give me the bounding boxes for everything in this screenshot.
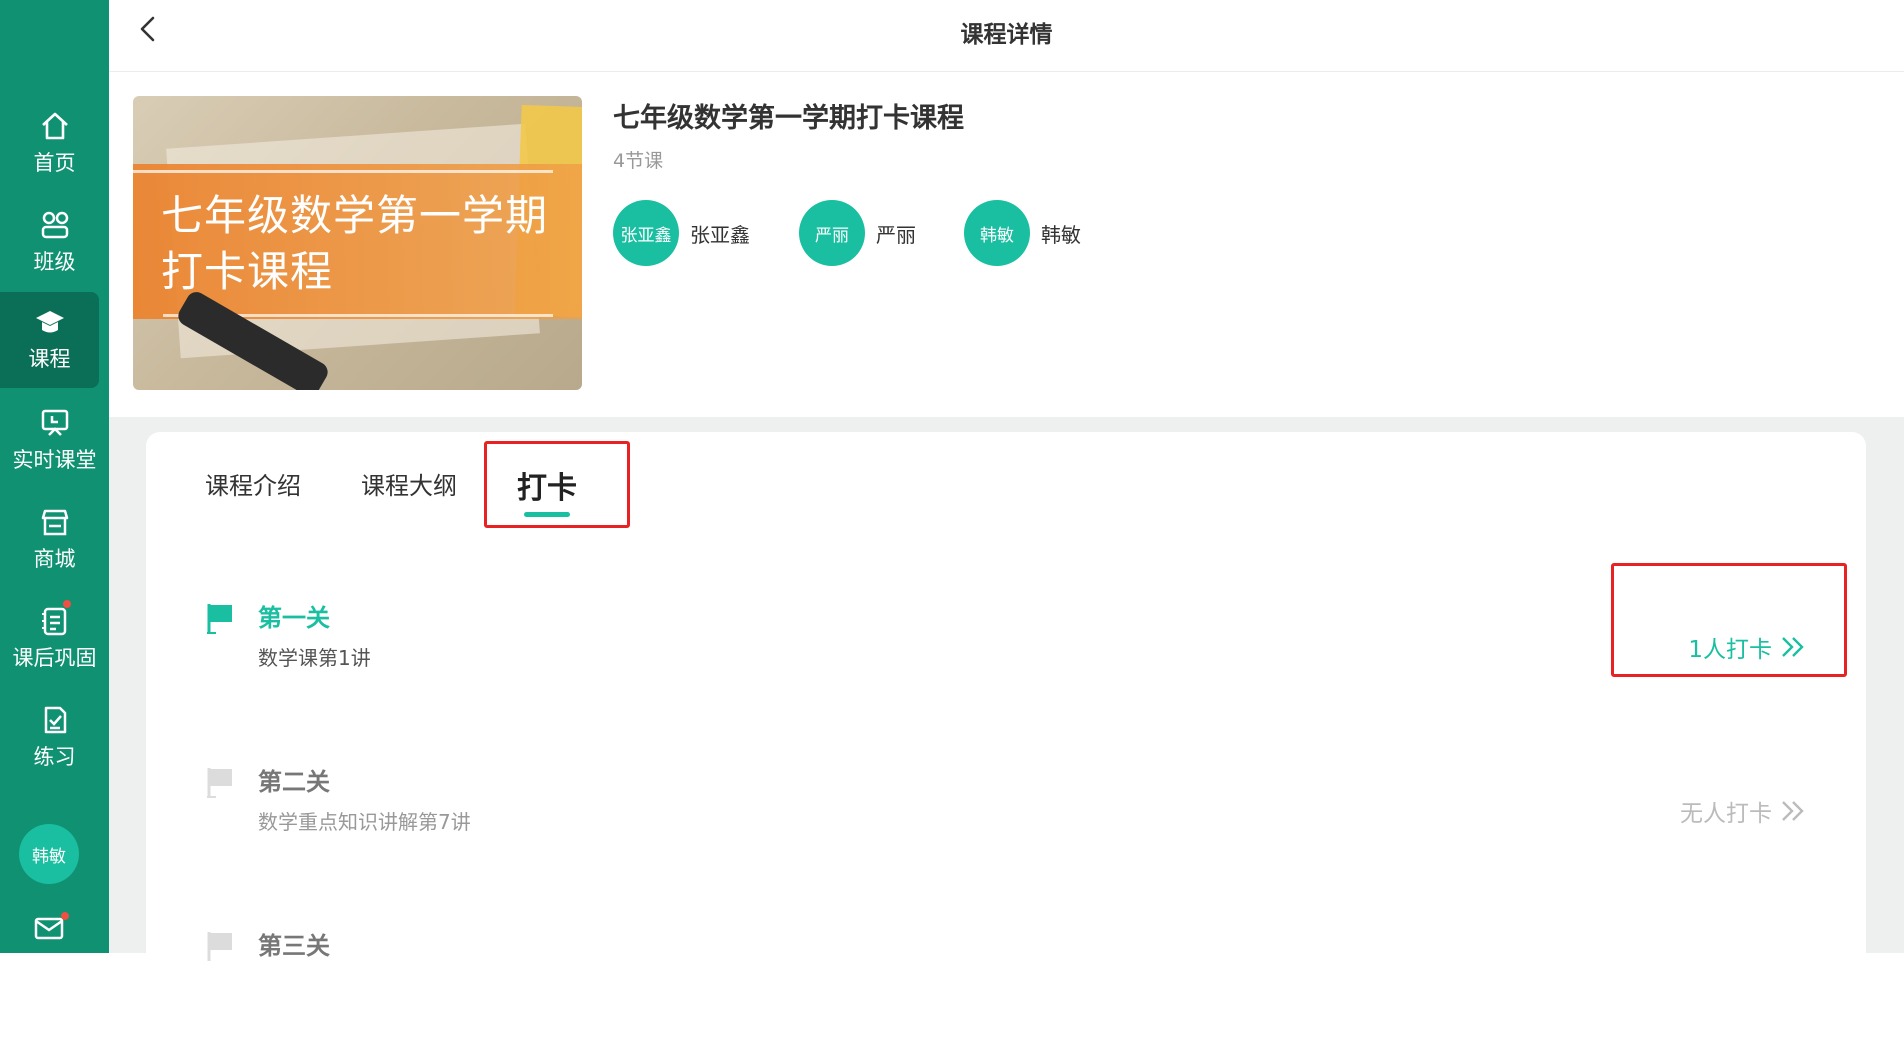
nav-home[interactable]: 首页 (0, 96, 109, 192)
notification-dot (63, 600, 71, 608)
nav-label: 课程 (0, 346, 99, 372)
nav-homework[interactable]: 课后巩固 (0, 591, 109, 687)
flag-icon (206, 766, 234, 798)
checkin-link[interactable]: 1人打卡 (1688, 630, 1806, 664)
level-item[interactable]: 第二关 数学重点知识讲解第7讲 无人打卡 (206, 754, 1806, 874)
notification-dot (61, 912, 69, 920)
level-name: 第二关 (258, 762, 330, 797)
practice-icon (0, 704, 109, 736)
level-item[interactable]: 第一关 数学课第1讲 1人打卡 (206, 590, 1806, 710)
homework-icon (0, 605, 109, 637)
nav-label: 商城 (0, 546, 109, 572)
store-icon (0, 506, 109, 538)
teacher-name: 张亚鑫 (690, 219, 750, 248)
teacher-avatar: 韩敏 (964, 200, 1030, 266)
tab-course-outline[interactable]: 课程大纲 (361, 466, 457, 501)
mail-icon[interactable] (33, 912, 65, 942)
top-header: 课程详情 (109, 0, 1904, 72)
teacher-name: 严丽 (876, 219, 916, 248)
flag-icon (206, 930, 234, 962)
teacher-avatar: 张亚鑫 (613, 200, 679, 266)
nav-live-class[interactable]: 实时课堂 (0, 393, 109, 489)
level-description: 数学课第1讲 (258, 642, 371, 671)
double-chevron-right-icon (1780, 635, 1806, 659)
checkin-count: 无人打卡 (1680, 794, 1772, 828)
page-title: 课程详情 (109, 15, 1904, 49)
nav-practice[interactable]: 练习 (0, 690, 109, 786)
teacher-avatar: 严丽 (799, 200, 865, 266)
home-icon (0, 110, 109, 142)
checkin-count: 1人打卡 (1688, 630, 1772, 664)
teacher-name: 韩敏 (1041, 219, 1081, 248)
nav-label: 课后巩固 (0, 645, 109, 671)
flag-icon (206, 602, 234, 634)
live-class-icon (0, 407, 109, 439)
tab-checkin[interactable]: 打卡 (517, 463, 577, 507)
level-item[interactable]: 第三关 (206, 918, 1806, 1038)
level-name: 第三关 (258, 926, 330, 961)
teacher-item[interactable]: 韩敏 韩敏 (964, 200, 1081, 266)
teacher-item[interactable]: 严丽 严丽 (799, 200, 916, 266)
double-chevron-right-icon (1780, 799, 1806, 823)
teacher-item[interactable]: 张亚鑫 张亚鑫 (613, 200, 750, 266)
user-avatar[interactable]: 韩敏 (19, 824, 79, 884)
tab-course-intro[interactable]: 课程介绍 (205, 466, 301, 501)
cover-title: 七年级数学第一学期打卡课程 (161, 188, 561, 300)
nav-store[interactable]: 商城 (0, 492, 109, 588)
sidebar: 首页 班级 课程 实时课堂 商城 课后巩固 练习 韩敏 (0, 0, 109, 953)
course-cover-image: 七年级数学第一学期打卡课程 (133, 96, 582, 390)
nav-label: 班级 (0, 249, 109, 275)
course-info: 七年级数学第一学期打卡课程 七年级数学第一学期打卡课程 4节课 张亚鑫 张亚鑫 … (109, 72, 1904, 417)
course-title: 七年级数学第一学期打卡课程 (613, 96, 964, 135)
nav-class[interactable]: 班级 (0, 195, 109, 291)
class-icon (0, 209, 109, 241)
nav-label: 实时课堂 (0, 447, 109, 473)
level-description: 数学重点知识讲解第7讲 (258, 806, 471, 835)
graduation-cap-icon (0, 306, 99, 338)
nav-course[interactable]: 课程 (0, 292, 99, 388)
checkin-link[interactable]: 无人打卡 (1680, 794, 1806, 828)
level-name: 第一关 (258, 598, 330, 633)
nav-label: 首页 (0, 150, 109, 176)
lesson-count: 4节课 (613, 146, 663, 173)
active-tab-indicator (524, 512, 570, 517)
nav-label: 练习 (0, 744, 109, 770)
